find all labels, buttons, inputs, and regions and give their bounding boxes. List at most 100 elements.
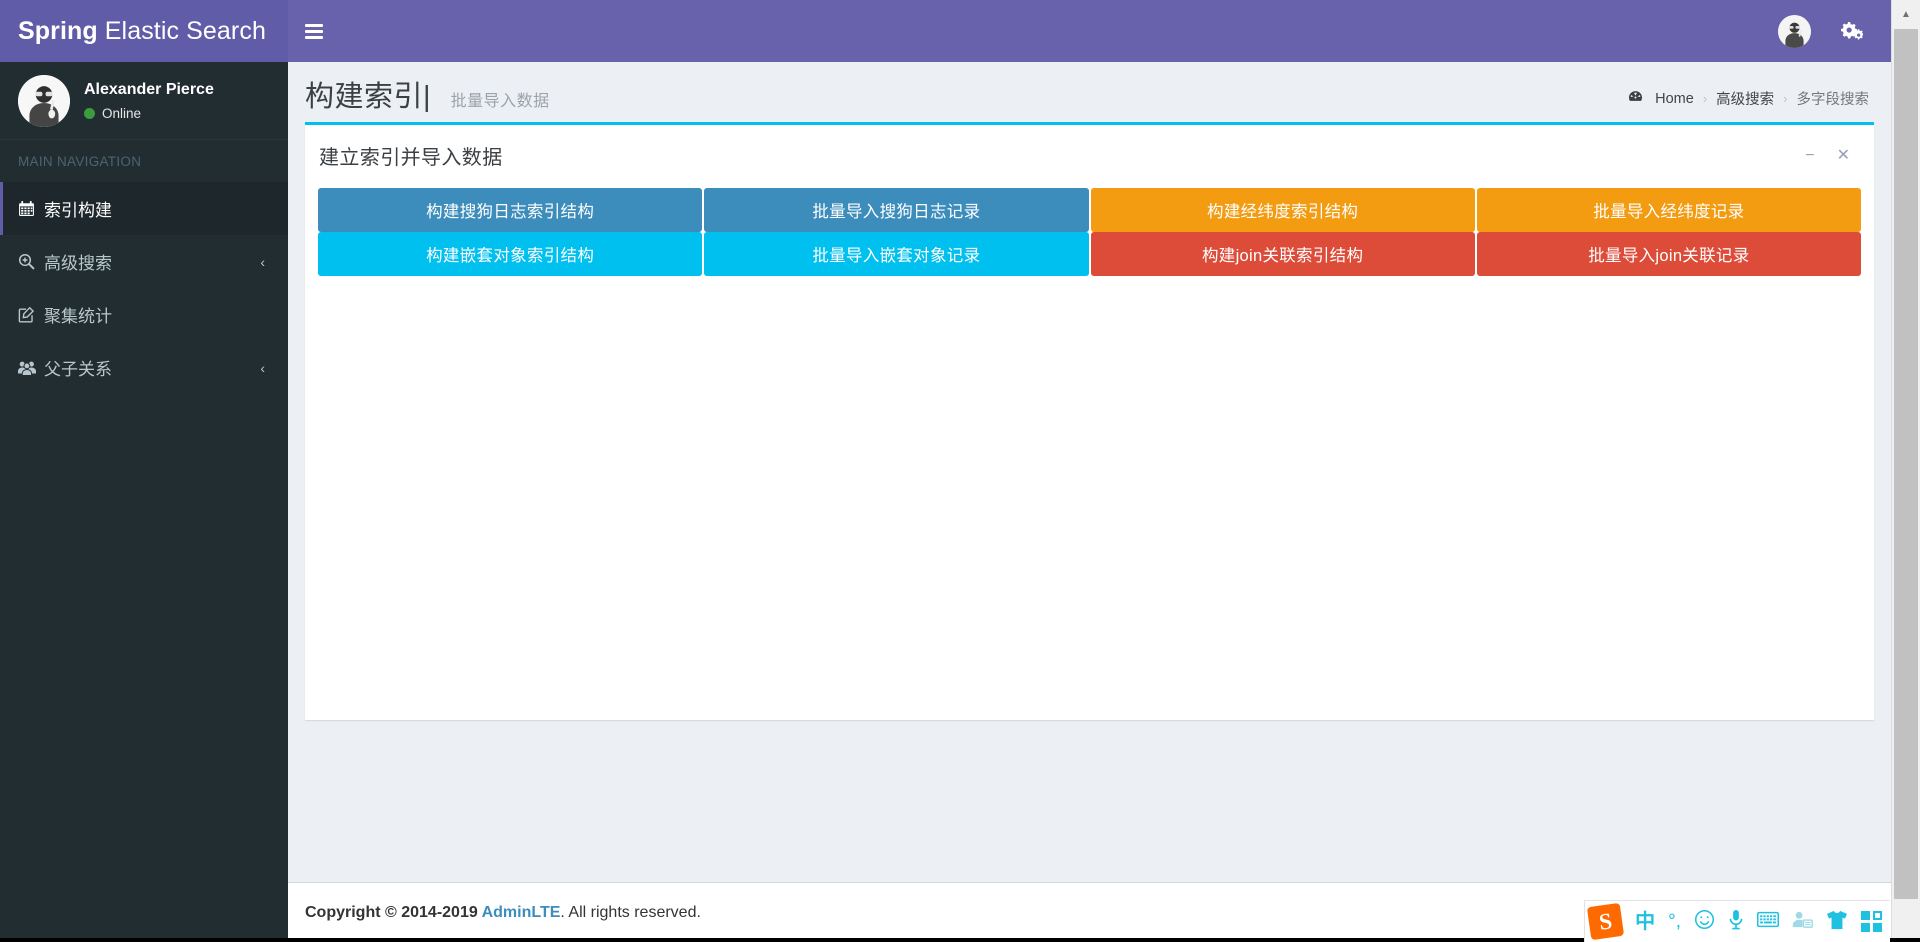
hamburger-icon [305, 21, 323, 42]
online-status-icon [84, 107, 95, 119]
ime-voice-icon[interactable] [1728, 909, 1744, 934]
app-logo[interactable]: Spring Elastic Search [0, 0, 288, 62]
breadcrumb-separator: › [1783, 91, 1788, 106]
gears-icon[interactable] [1841, 21, 1863, 41]
breadcrumb-item-advanced-search[interactable]: 高级搜索 [1716, 88, 1774, 109]
index-build-box: 建立索引并导入数据 − ✕ 构建搜狗日志索引结构 批量导入搜狗日志记录 构建经纬… [305, 122, 1874, 720]
sidebar-avatar-photo-icon [18, 74, 70, 127]
page-title: 构建索引| 批量导入数据 [305, 81, 550, 113]
sidebar-user-info: Alexander Pierce Online [84, 81, 214, 121]
scrollbar-up-arrow-icon[interactable]: ▲ [1892, 0, 1920, 29]
sidebar-item-advanced-search[interactable]: 高级搜索 ‹ [0, 235, 288, 288]
app-root: Spring Elastic Search Alexander Pierce O… [0, 0, 1920, 942]
footer-copyright: Copyright © 2014-2019 AdminLTE. All righ… [305, 904, 701, 922]
content-wrapper: 构建索引| 批量导入数据 Home › 高级搜索 › 多字段搜索 建立索引并导入… [288, 62, 1891, 882]
ime-lang-chinese[interactable]: 中 [1635, 912, 1655, 932]
main-header: Spring Elastic Search [0, 0, 1891, 62]
button-cell: 构建经纬度索引结构 [1090, 188, 1476, 232]
sidebar-item-aggregation-stats-link[interactable]: 聚集统计 [0, 288, 288, 341]
sidebar-item-label: 索引构建 [44, 201, 112, 220]
box-tools: − ✕ [1803, 147, 1860, 164]
page-subtitle: 批量导入数据 [450, 93, 550, 110]
breadcrumb-item-home[interactable]: Home [1655, 91, 1694, 107]
button-cell: 批量导入join关联记录 [1476, 232, 1862, 276]
ime-emoji-icon[interactable] [1694, 909, 1715, 934]
apps-grid-glyph [1861, 911, 1882, 932]
import-join-records-button[interactable]: 批量导入join关联记录 [1476, 232, 1861, 276]
sidebar-item-label: 父子关系 [44, 360, 112, 379]
build-geo-index-button[interactable]: 构建经纬度索引结构 [1090, 188, 1475, 232]
import-nested-object-records-button[interactable]: 批量导入嵌套对象记录 [704, 232, 1089, 276]
sidebar-item-index-build-link[interactable]: 索引构建 [0, 182, 288, 235]
sidebar-item-label: 聚集统计 [44, 307, 112, 326]
button-cell: 批量导入搜狗日志记录 [703, 188, 1089, 232]
page-title-text: 构建索引 [305, 81, 424, 113]
footer-copyright-suffix: . All rights reserved. [560, 903, 701, 921]
users-icon [18, 359, 44, 376]
microphone-glyph [1729, 909, 1743, 930]
button-cell: 批量导入嵌套对象记录 [703, 232, 1089, 276]
button-cell: 构建搜狗日志索引结构 [317, 188, 703, 232]
button-cell: 构建嵌套对象索引结构 [317, 232, 703, 276]
ime-keyboard-icon[interactable] [1756, 911, 1780, 932]
box-body: 构建搜狗日志索引结构 批量导入搜狗日志记录 构建经纬度索引结构 批量导入经纬度记… [305, 186, 1874, 288]
page-scrollbar[interactable]: ▲ [1891, 0, 1920, 942]
tshirt-glyph [1827, 910, 1847, 929]
keyboard-glyph [1756, 911, 1780, 928]
ime-account-icon[interactable] [1792, 910, 1813, 933]
breadcrumb: Home › 高级搜索 › 多字段搜索 [1628, 88, 1869, 109]
button-cell: 批量导入经纬度记录 [1476, 188, 1862, 232]
dashboard-glyph [1629, 91, 1643, 101]
sidebar-item-aggregation-stats[interactable]: 聚集统计 [0, 288, 288, 341]
user-card-glyph [1792, 911, 1813, 928]
breadcrumb-separator: › [1702, 91, 1708, 106]
import-sogou-log-records-button[interactable]: 批量导入搜狗日志记录 [704, 188, 1089, 232]
sidebar-item-index-build[interactable]: 索引构建 [0, 182, 288, 235]
box-header: 建立索引并导入数据 − ✕ [305, 125, 1874, 186]
sidebar-user-panel: Alexander Pierce Online [0, 62, 288, 140]
sidebar-toggle-button[interactable] [288, 0, 340, 62]
sogou-logo-icon[interactable]: S [1586, 902, 1625, 941]
emoji-glyph [1694, 909, 1715, 930]
main-sidebar: Alexander Pierce Online MAIN NAVIGATION [0, 62, 288, 942]
navbar-right-menu [1778, 0, 1891, 62]
sidebar-item-parent-child[interactable]: 父子关系 ‹ [0, 341, 288, 394]
avatar-photo-icon [1778, 14, 1811, 48]
sidebar-item-arrow: ‹ [260, 253, 265, 270]
avatar[interactable] [1778, 14, 1811, 48]
button-cell: 构建join关联索引结构 [1090, 232, 1476, 276]
sidebar-user-name: Alexander Pierce [84, 80, 214, 98]
close-button[interactable]: ✕ [1835, 147, 1852, 164]
box-title: 建立索引并导入数据 [319, 147, 503, 169]
edit-icon [18, 306, 44, 323]
ime-toolbar: S 中 °, [1584, 900, 1890, 942]
build-sogou-log-index-button[interactable]: 构建搜狗日志索引结构 [318, 188, 703, 232]
ime-skin-icon[interactable] [1826, 910, 1848, 934]
build-nested-object-index-button[interactable]: 构建嵌套对象索引结构 [318, 232, 703, 276]
import-geo-records-button[interactable]: 批量导入经纬度记录 [1476, 188, 1861, 232]
logo-light-text: Elastic Search [104, 16, 266, 45]
sidebar-item-arrow: ‹ [260, 359, 265, 376]
ime-apps-icon[interactable] [1861, 911, 1882, 932]
logo-bold-text: Spring [18, 16, 98, 45]
sidebar-section-header: MAIN NAVIGATION [18, 154, 142, 169]
footer-copyright-prefix: Copyright © 2014-2019 [305, 903, 482, 921]
scrollbar-thumb[interactable] [1894, 29, 1918, 899]
button-row-2: 构建嵌套对象索引结构 批量导入嵌套对象记录 构建join关联索引结构 批量导入j… [317, 232, 1862, 276]
sidebar-avatar[interactable] [18, 74, 70, 127]
top-navbar [288, 0, 1891, 62]
build-join-index-button[interactable]: 构建join关联索引结构 [1090, 232, 1475, 276]
adminlte-link[interactable]: AdminLTE [482, 904, 561, 921]
sidebar-menu: 索引构建 高级搜索 ‹ 聚集统计 父子关系 ‹ [0, 182, 288, 394]
button-row-1: 构建搜狗日志索引结构 批量导入搜狗日志记录 构建经纬度索引结构 批量导入经纬度记… [317, 188, 1862, 232]
dashboard-icon [1628, 90, 1643, 107]
minimize-button[interactable]: − [1803, 147, 1816, 164]
sidebar-item-parent-child-link[interactable]: 父子关系 ‹ [0, 341, 288, 394]
breadcrumb-item-current: 多字段搜索 [1796, 92, 1870, 108]
search-plus-icon [18, 253, 44, 270]
sidebar-item-label: 高级搜索 [44, 254, 112, 273]
content-body: 建立索引并导入数据 − ✕ 构建搜狗日志索引结构 批量导入搜狗日志记录 构建经纬… [288, 122, 1891, 720]
gears-glyph [1841, 21, 1863, 40]
ime-punctuation[interactable]: °, [1668, 912, 1681, 931]
sidebar-item-advanced-search-link[interactable]: 高级搜索 ‹ [0, 235, 288, 288]
